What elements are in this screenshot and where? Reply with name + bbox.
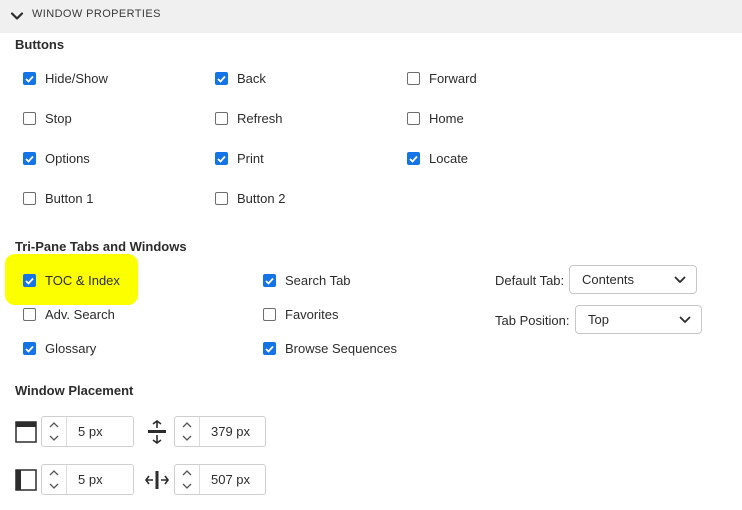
checkbox-box[interactable] [215,72,228,85]
chevron-down-icon[interactable] [48,482,60,490]
default-tab-value: Contents [582,272,635,287]
tab-position-label: Tab Position: [495,313,570,328]
chevron-up-icon[interactable] [181,421,193,429]
checkbox-stop[interactable]: Stop [23,111,72,126]
checkbox-box[interactable] [263,274,276,287]
stepper-arrows[interactable] [175,465,200,494]
window-properties-header[interactable]: WINDOW PROPERTIES [0,0,742,33]
checkbox-label: Glossary [45,341,97,356]
chevron-down-icon [674,276,686,283]
checkbox-label: TOC & Index [45,273,120,288]
checkbox-glossary[interactable]: Glossary [23,341,96,356]
checkbox-box[interactable] [263,308,276,321]
checkbox-label: Refresh [237,111,283,126]
checkbox-box[interactable] [263,342,276,355]
chevron-down-icon [679,316,691,323]
height-stepper[interactable]: 379 px [174,416,266,447]
checkbox-label: Favorites [285,307,339,322]
chevron-down-icon[interactable] [181,482,193,490]
checkbox-locate[interactable]: Locate [407,151,468,166]
stepper-arrows[interactable] [42,417,67,446]
checkbox-box[interactable] [23,152,36,165]
checkbox-box[interactable] [215,192,228,205]
checkbox-box[interactable] [407,72,420,85]
checkbox-back[interactable]: Back [215,71,266,86]
checkbox-home[interactable]: Home [407,111,464,126]
checkbox-box[interactable] [407,112,420,125]
tripane-section-title: Tri-Pane Tabs and Windows [15,239,187,254]
height-value: 379 px [211,424,251,439]
top-position-value: 5 px [78,424,103,439]
checkbox-box[interactable] [23,192,36,205]
checkbox-forward[interactable]: Forward [407,71,477,86]
checkbox-label: Browse Sequences [285,341,398,356]
width-stepper[interactable]: 507 px [174,464,266,495]
left-position-icon [15,469,37,491]
chevron-down-icon[interactable] [181,434,193,442]
width-value: 507 px [211,472,251,487]
stepper-arrows[interactable] [42,465,67,494]
checkbox-button-1[interactable]: Button 1 [23,191,93,206]
checkbox-box[interactable] [23,72,36,85]
chevron-down-icon[interactable] [9,8,25,24]
width-icon [145,471,169,489]
checkbox-box[interactable] [215,112,228,125]
tab-position-value: Top [588,312,609,327]
checkbox-favorites[interactable]: Favorites [263,307,338,322]
checkbox-box[interactable] [23,308,36,321]
checkbox-box[interactable] [23,112,36,125]
checkbox-label: Adv. Search [45,307,115,322]
checkbox-box[interactable] [407,152,420,165]
chevron-up-icon[interactable] [181,469,193,477]
checkbox-button-2[interactable]: Button 2 [215,191,285,206]
checkbox-hide-show[interactable]: Hide/Show [23,71,108,86]
checkbox-label: Options [45,151,90,166]
checkbox-options[interactable]: Options [23,151,90,166]
chevron-down-icon[interactable] [48,434,60,442]
checkbox-box[interactable] [23,342,36,355]
section-header-title: WINDOW PROPERTIES [32,8,161,20]
checkbox-label: Stop [45,111,72,126]
checkbox-adv-search[interactable]: Adv. Search [23,307,115,322]
left-position-stepper[interactable]: 5 px [41,464,134,495]
left-position-value: 5 px [78,472,103,487]
checkbox-label: Print [237,151,264,166]
checkbox-label: Locate [429,151,469,166]
chevron-up-icon[interactable] [48,469,60,477]
default-tab-label: Default Tab: [495,273,565,288]
tab-position-select[interactable]: Top [575,305,702,334]
placement-section-title: Window Placement [15,383,134,398]
checkbox-refresh[interactable]: Refresh [215,111,283,126]
checkbox-label: Back [237,71,266,86]
default-tab-select[interactable]: Contents [569,265,697,294]
checkbox-print[interactable]: Print [215,151,264,166]
checkbox-box[interactable] [215,152,228,165]
checkbox-label: Home [429,111,464,126]
stepper-arrows[interactable] [175,417,200,446]
checkbox-search-tab[interactable]: Search Tab [263,273,351,288]
height-icon [148,420,166,444]
checkbox-label: Button 2 [237,191,286,206]
top-position-stepper[interactable]: 5 px [41,416,134,447]
checkbox-browse-sequences[interactable]: Browse Sequences [263,341,397,356]
checkbox-label: Forward [429,71,477,86]
buttons-section-title: Buttons [15,37,65,52]
top-position-icon [15,421,37,443]
checkbox-label: Button 1 [45,191,94,206]
chevron-up-icon[interactable] [48,421,60,429]
checkbox-box[interactable] [23,274,36,287]
checkbox-label: Hide/Show [45,71,108,86]
checkbox-toc-index[interactable]: TOC & Index [23,273,120,288]
checkbox-label: Search Tab [285,273,351,288]
